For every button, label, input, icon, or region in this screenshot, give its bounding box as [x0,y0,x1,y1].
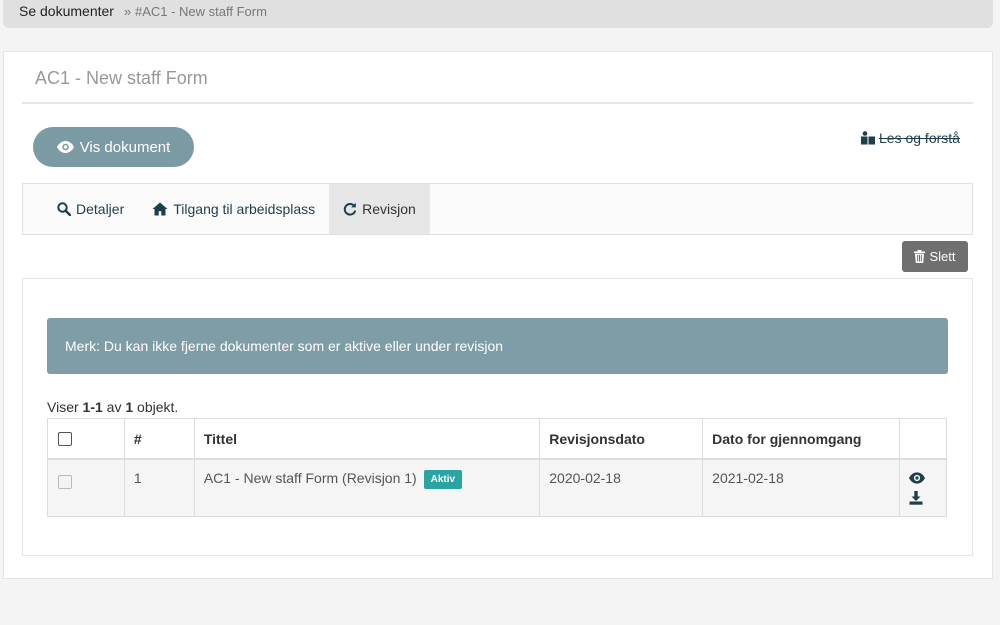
search-icon [57,202,71,216]
view-document-label: Vis dokument [79,138,171,156]
revisions-table: # Tittel Revisjonsdato Dato for gjennomg… [47,418,948,517]
tab-details-label: Detaljer [76,201,125,217]
tab-bar: Detaljer Tilgang til arbeidsplass Revisj… [22,183,973,235]
header-review-date[interactable]: Dato for gjennomgang [702,418,900,460]
header-title[interactable]: Tittel [193,418,541,460]
info-alert: Merk: Du kan ikke fjerne dokumenter som … [47,318,948,374]
trash-icon [914,250,926,263]
download-icon[interactable] [909,490,937,508]
delete-label: Slett [929,249,956,264]
breadcrumb-separator: » [123,4,132,19]
row-checkbox[interactable] [58,474,72,489]
tab-revision[interactable]: Revisjon [329,184,430,234]
home-icon [152,202,168,216]
header-number[interactable]: # [123,418,195,460]
table-header-row: # Tittel Revisjonsdato Dato for gjennomg… [47,418,948,460]
page-title: AC1 - New staff Form [35,68,208,88]
title-divider [22,102,973,104]
tab-revision-label: Revisjon [362,201,416,217]
view-document-button[interactable]: Vis dokument [33,127,194,167]
row-title: AC1 - New staff Form (Revisjon 1) [203,469,417,486]
results-summary: Viser 1-1 av 1 objekt. [47,399,178,415]
summary-range: 1-1 [82,399,103,415]
row-title-cell: AC1 - New staff Form (Revisjon 1) Aktiv [193,458,541,517]
summary-suffix: objekt. [137,399,179,415]
read-understand-label: Les og forstå [879,130,960,146]
tab-details[interactable]: Detaljer [43,184,138,234]
summary-prefix: Viser [47,399,79,415]
eye-icon [56,141,74,153]
status-badge: Aktiv [423,469,463,489]
breadcrumb-root-link[interactable]: Se dokumenter [19,3,114,19]
header-select-all [47,418,125,460]
breadcrumb: Se dokumenter » #AC1 - New staff Form [3,0,993,28]
row-actions [898,458,948,517]
row-number: 1 [123,458,195,517]
row-select-cell [47,458,125,517]
read-understand-link[interactable]: Les og forstå [860,130,960,146]
breadcrumb-current: #AC1 - New staff Form [134,4,267,19]
refresh-icon [343,202,357,216]
tab-workplace-access[interactable]: Tilgang til arbeidsplass [138,184,329,234]
reader-icon [860,131,876,145]
tab-workplace-access-label: Tilgang til arbeidsplass [173,201,316,217]
header-actions [898,418,948,460]
select-all-checkbox[interactable] [58,432,72,446]
row-review-date: 2021-02-18 [702,458,900,517]
view-eye-icon[interactable] [908,471,937,489]
table-row: 1 AC1 - New staff Form (Revisjon 1) Akti… [47,458,948,517]
header-revision-date[interactable]: Revisjonsdato [539,418,704,460]
summary-total: 1 [125,399,134,415]
summary-of: av [106,399,122,415]
row-revision-date: 2020-02-18 [539,458,704,517]
delete-button[interactable]: Slett [902,241,968,272]
alert-text: Merk: Du kan ikke fjerne dokumenter som … [65,338,504,354]
